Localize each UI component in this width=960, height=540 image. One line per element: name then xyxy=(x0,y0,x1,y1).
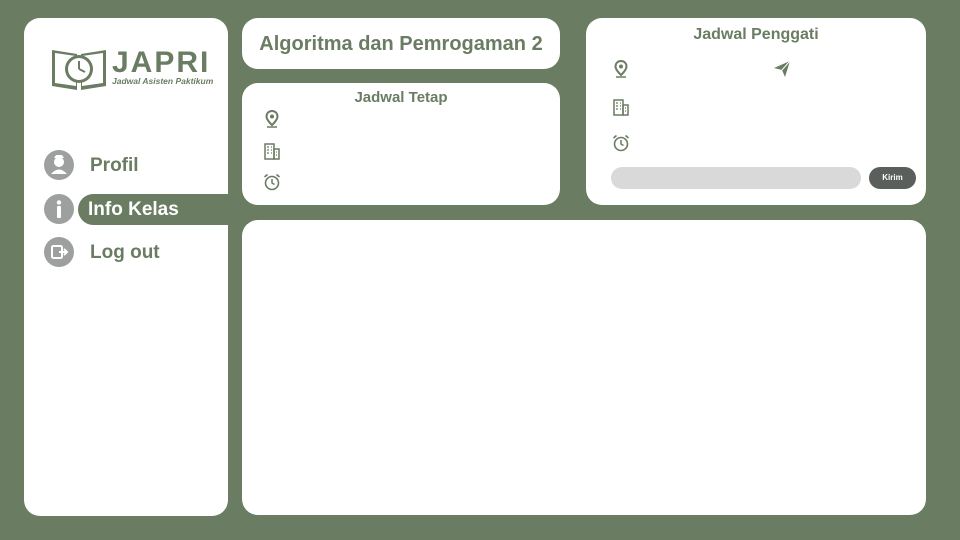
sidebar-item-label: Log out xyxy=(90,242,160,263)
sidebar-item-label: Profil xyxy=(90,155,139,176)
replacement-schedule-title: Jadwal Penggati xyxy=(693,26,819,43)
replacement-input[interactable] xyxy=(611,167,861,189)
location-pin-icon xyxy=(614,59,628,78)
sidebar-item-profil[interactable]: Profil xyxy=(44,150,228,182)
course-title-card: Algoritma dan Pemrogaman 2 xyxy=(242,18,560,69)
book-clock-logo-icon xyxy=(52,50,106,90)
fixed-schedule-card: Jadwal Tetap xyxy=(242,83,560,205)
building-icon xyxy=(613,99,629,116)
user-icon xyxy=(44,150,74,180)
course-title: Algoritma dan Pemrogaman 2 xyxy=(259,33,543,55)
sidebar-item-info-kelas[interactable]: Info Kelas xyxy=(44,194,228,226)
brand-tagline: Jadwal Asisten Paktikum xyxy=(112,76,214,86)
app-logo: JAPRI Jadwal Asisten Paktikum xyxy=(50,44,220,94)
info-icon xyxy=(44,194,74,224)
building-icon xyxy=(264,143,280,160)
send-button[interactable]: Kirim xyxy=(869,167,916,189)
main-content-area xyxy=(242,220,926,515)
location-pin-icon xyxy=(265,109,279,128)
alarm-clock-icon xyxy=(263,173,281,191)
logout-icon xyxy=(44,237,74,267)
sidebar-item-log-out[interactable]: Log out xyxy=(44,237,228,269)
send-icon[interactable] xyxy=(772,59,792,79)
sidebar-item-label: Info Kelas xyxy=(88,199,179,220)
sidebar: JAPRI Jadwal Asisten Paktikum Profil Inf… xyxy=(24,18,228,516)
fixed-schedule-title: Jadwal Tetap xyxy=(354,89,448,106)
alarm-clock-icon xyxy=(612,134,630,152)
brand-name: JAPRI xyxy=(112,46,211,79)
replacement-schedule-card: Jadwal Penggati Kirim xyxy=(586,18,926,205)
